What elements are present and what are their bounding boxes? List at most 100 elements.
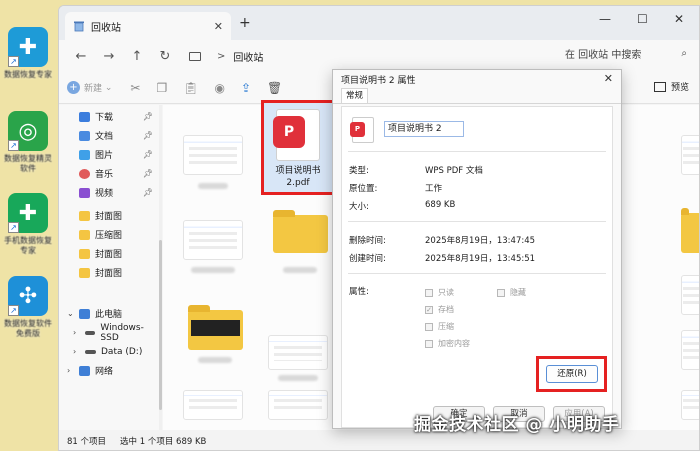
rename-icon[interactable]: ◉ bbox=[214, 81, 224, 95]
sidebar-item-videos[interactable]: 视频 📌︎ bbox=[59, 183, 159, 202]
checkbox-icon bbox=[497, 288, 505, 297]
sidebar-item-label: 下载 bbox=[95, 113, 114, 123]
prop-label: 原位置: bbox=[349, 184, 378, 194]
tab-general[interactable]: 常规 bbox=[341, 88, 369, 103]
checkbox-archive: ✓ 存档 bbox=[425, 304, 454, 315]
preview-label: 预览 bbox=[670, 83, 689, 93]
folder-icon bbox=[79, 229, 90, 240]
cut-icon[interactable]: ✂ bbox=[130, 81, 140, 95]
scrollbar-thumb[interactable] bbox=[159, 240, 162, 410]
checkbox-label: 只读 bbox=[438, 288, 454, 297]
file-thumbnail[interactable] bbox=[183, 135, 243, 175]
item-count: 81 个项目 bbox=[67, 437, 107, 447]
divider bbox=[348, 151, 606, 152]
preview-pane-button[interactable]: 预览 bbox=[653, 80, 689, 93]
document-icon bbox=[79, 130, 90, 141]
desktop-icon-recovery-wizard[interactable]: ◎ ↗ 数据恢复精灵软件 bbox=[3, 111, 53, 174]
new-button[interactable]: + 新建 ⌄ bbox=[67, 81, 112, 94]
file-thumbnail[interactable] bbox=[681, 390, 699, 420]
prop-label: 类型: bbox=[349, 166, 369, 176]
folder-thumbnail[interactable] bbox=[681, 208, 699, 253]
computer-icon bbox=[79, 308, 90, 319]
sidebar-item-folder[interactable]: 封面图 bbox=[59, 244, 159, 263]
refresh-icon[interactable]: ↻ bbox=[151, 49, 179, 64]
close-tab-icon[interactable]: ✕ bbox=[214, 20, 223, 33]
share-icon[interactable]: ⇪ bbox=[241, 81, 251, 95]
divider bbox=[348, 273, 606, 274]
file-thumbnail[interactable] bbox=[681, 330, 699, 370]
prop-value: 689 KB bbox=[425, 200, 456, 210]
sidebar-item-drive-c[interactable]: › Windows-SSD bbox=[59, 322, 159, 343]
selected-file-pdf[interactable]: P 项目说明书 2.pdf bbox=[261, 100, 335, 195]
search-input[interactable]: 在 回收站 中搜索 ⌕ bbox=[561, 43, 691, 63]
search-placeholder: 在 回收站 中搜索 bbox=[565, 49, 642, 61]
back-arrow-icon[interactable]: ← bbox=[67, 49, 95, 64]
search-icon: ⌕ bbox=[681, 47, 687, 59]
sidebar-item-network[interactable]: › 网络 bbox=[59, 361, 159, 380]
dialog-close-button[interactable]: ✕ bbox=[604, 72, 613, 85]
sidebar-item-documents[interactable]: 文档 📌︎ bbox=[59, 126, 159, 145]
desktop-icon-recovery-free[interactable]: ✣ ↗ 数据恢复软件免费版 bbox=[3, 276, 53, 339]
prop-value: WPS PDF 文档 bbox=[425, 166, 483, 176]
file-thumbnail[interactable] bbox=[681, 135, 699, 175]
chevron-right-icon[interactable]: › bbox=[67, 366, 70, 375]
file-thumbnail[interactable] bbox=[183, 390, 243, 420]
minimize-button[interactable]: — bbox=[599, 12, 611, 26]
sidebar-item-folder[interactable]: 压缩图 bbox=[59, 225, 159, 244]
video-icon bbox=[79, 187, 90, 198]
checkbox-encrypt: 加密内容 bbox=[425, 338, 470, 349]
sidebar-item-downloads[interactable]: 下载 📌︎ bbox=[59, 107, 159, 126]
close-window-button[interactable]: ✕ bbox=[674, 12, 684, 26]
folder-thumbnail[interactable] bbox=[188, 305, 243, 350]
music-icon bbox=[79, 168, 90, 179]
restore-button[interactable]: 还原(R) bbox=[546, 365, 598, 383]
shortcut-arrow-icon: ↗ bbox=[8, 222, 19, 233]
desktop-icon-data-recovery[interactable]: ✚ ↗ 数据恢复专家 bbox=[3, 27, 53, 80]
sidebar-item-this-pc[interactable]: ⌄ 此电脑 bbox=[59, 304, 159, 323]
paste-icon[interactable]: 📋︎ bbox=[183, 81, 198, 95]
attributes-label: 属性: bbox=[349, 287, 369, 297]
restore-highlight: 还原(R) bbox=[536, 356, 607, 392]
file-name-field[interactable]: 项目说明书 2 bbox=[384, 121, 464, 137]
up-arrow-icon[interactable]: ↑ bbox=[123, 49, 151, 64]
sidebar-item-label: Windows-SSD bbox=[100, 322, 144, 343]
forward-arrow-icon[interactable]: → bbox=[95, 49, 123, 64]
app-tile-icon: ◎ ↗ bbox=[8, 111, 48, 151]
file-thumbnail[interactable] bbox=[681, 275, 699, 315]
file-thumbnail[interactable] bbox=[183, 220, 243, 260]
checkbox-label: 压缩 bbox=[438, 322, 454, 331]
delete-icon[interactable]: 🗑︎ bbox=[267, 81, 282, 95]
download-icon bbox=[79, 111, 90, 122]
new-tab-button[interactable]: + bbox=[239, 15, 251, 31]
breadcrumb-separator: > bbox=[217, 50, 226, 62]
app-tile-icon: ✚ ↗ bbox=[8, 193, 48, 233]
chevron-right-icon[interactable]: › bbox=[73, 328, 76, 337]
sidebar-item-folder[interactable]: 封面图 bbox=[59, 263, 159, 282]
chevron-right-icon[interactable]: › bbox=[73, 347, 76, 356]
file-thumbnail[interactable] bbox=[268, 335, 328, 370]
folder-thumbnail[interactable] bbox=[273, 210, 328, 253]
folder-icon bbox=[79, 267, 90, 278]
copy-icon[interactable]: ❐ bbox=[156, 81, 167, 95]
sidebar-item-label: Data (D:) bbox=[101, 346, 143, 357]
checkbox-icon bbox=[425, 288, 433, 297]
checkbox-label: 加密内容 bbox=[438, 339, 470, 348]
desktop-icon-phone-recovery[interactable]: ✚ ↗ 手机数据恢复专家 bbox=[3, 193, 53, 256]
file-name-line1: 项目说明书 bbox=[275, 166, 321, 176]
sidebar-item-music[interactable]: 音乐 📌︎ bbox=[59, 164, 159, 183]
file-thumbnail[interactable] bbox=[268, 390, 328, 420]
breadcrumb-current[interactable]: 回收站 bbox=[233, 49, 263, 64]
file-label-blurred bbox=[278, 375, 318, 381]
sidebar-item-pictures[interactable]: 图片 📌︎ bbox=[59, 145, 159, 164]
network-icon bbox=[79, 365, 90, 376]
sidebar-item-drive-d[interactable]: › Data (D:) bbox=[59, 342, 159, 361]
pdf-file-icon: P bbox=[350, 117, 374, 143]
breadcrumb[interactable]: > 回收站 bbox=[189, 49, 263, 64]
desktop-icon-label: 数据恢复软件免费版 bbox=[4, 319, 52, 338]
sidebar-item-folder[interactable]: 封面图 bbox=[59, 206, 159, 225]
sidebar-scrollbar[interactable] bbox=[159, 105, 162, 430]
file-label-blurred bbox=[191, 267, 235, 273]
maximize-button[interactable]: ☐ bbox=[637, 12, 648, 26]
tab-recycle-bin[interactable]: 回收站 ✕ bbox=[65, 12, 231, 40]
chevron-down-icon[interactable]: ⌄ bbox=[67, 309, 74, 318]
